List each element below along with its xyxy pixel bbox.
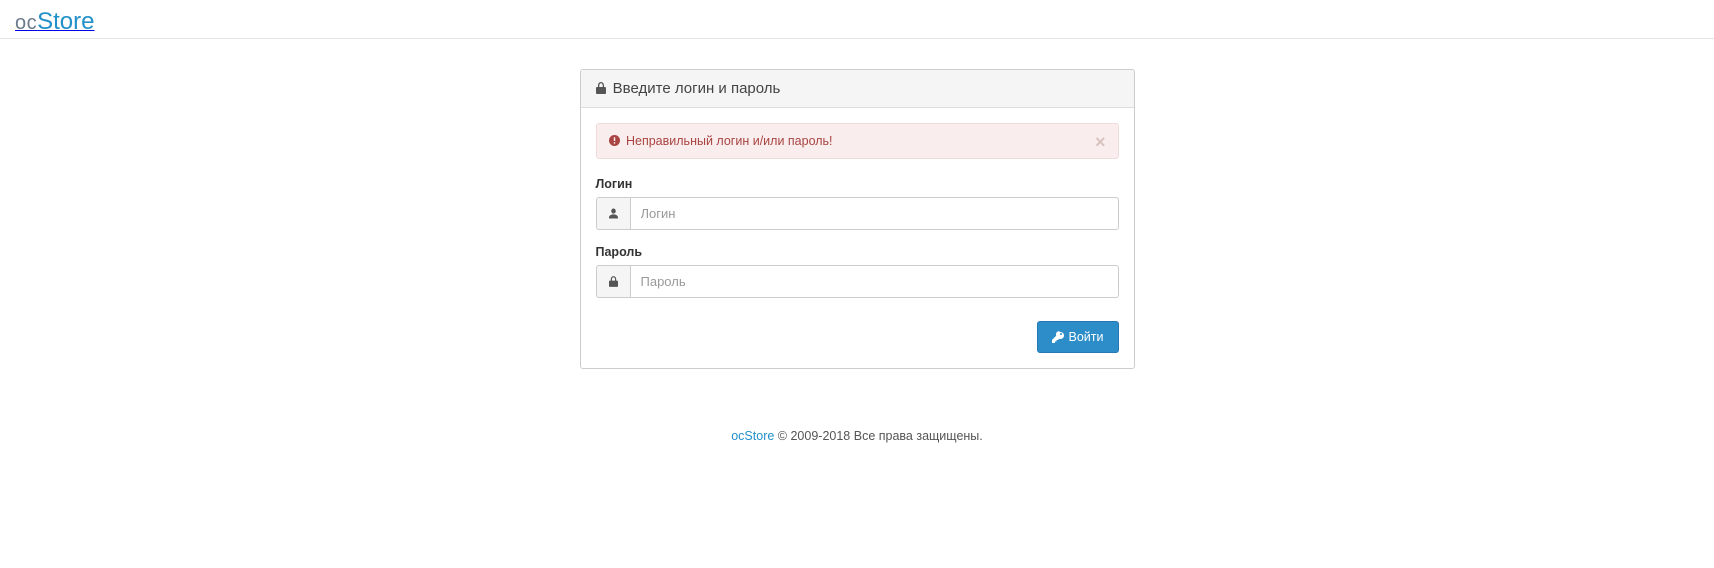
footer-copyright: © 2009-2018 Все права защищены. [774, 429, 982, 443]
lock-icon-addon [596, 265, 630, 298]
footer-brand-link[interactable]: ocStore [731, 429, 774, 443]
username-group: Логин [596, 177, 1119, 230]
error-alert: Неправильный логин и/или пароль! × [596, 123, 1119, 159]
login-panel: Введите логин и пароль Неправильный логи… [580, 69, 1135, 369]
warning-icon [609, 135, 620, 146]
brand-prefix: oc [15, 12, 37, 34]
panel-body: Неправильный логин и/или пароль! × Логин… [581, 108, 1134, 368]
alert-close-button[interactable]: × [1095, 132, 1106, 153]
lock-icon [609, 276, 618, 287]
password-input-group [596, 265, 1119, 298]
user-icon [609, 208, 618, 219]
brand-logo[interactable]: ocStore [15, 8, 95, 36]
login-button[interactable]: Войти [1037, 321, 1119, 353]
panel-heading: Введите логин и пароль [581, 70, 1134, 108]
header: ocStore [0, 0, 1714, 39]
alert-message: Неправильный логин и/или пароль! [626, 134, 833, 148]
lock-icon [596, 82, 606, 94]
username-input-group [596, 197, 1119, 230]
button-row: Войти [596, 313, 1119, 353]
username-label: Логин [596, 177, 1119, 191]
username-input[interactable] [630, 197, 1119, 230]
main-container: Введите логин и пароль Неправильный логи… [272, 39, 1442, 369]
password-label: Пароль [596, 245, 1119, 259]
panel-title: Введите логин и пароль [613, 80, 781, 97]
user-icon-addon [596, 197, 630, 230]
login-button-label: Войти [1069, 330, 1104, 344]
brand-suffix: Store [37, 8, 94, 35]
password-group: Пароль [596, 245, 1119, 298]
key-icon [1052, 331, 1064, 343]
password-input[interactable] [630, 265, 1119, 298]
footer: ocStore © 2009-2018 Все права защищены. [0, 369, 1714, 463]
